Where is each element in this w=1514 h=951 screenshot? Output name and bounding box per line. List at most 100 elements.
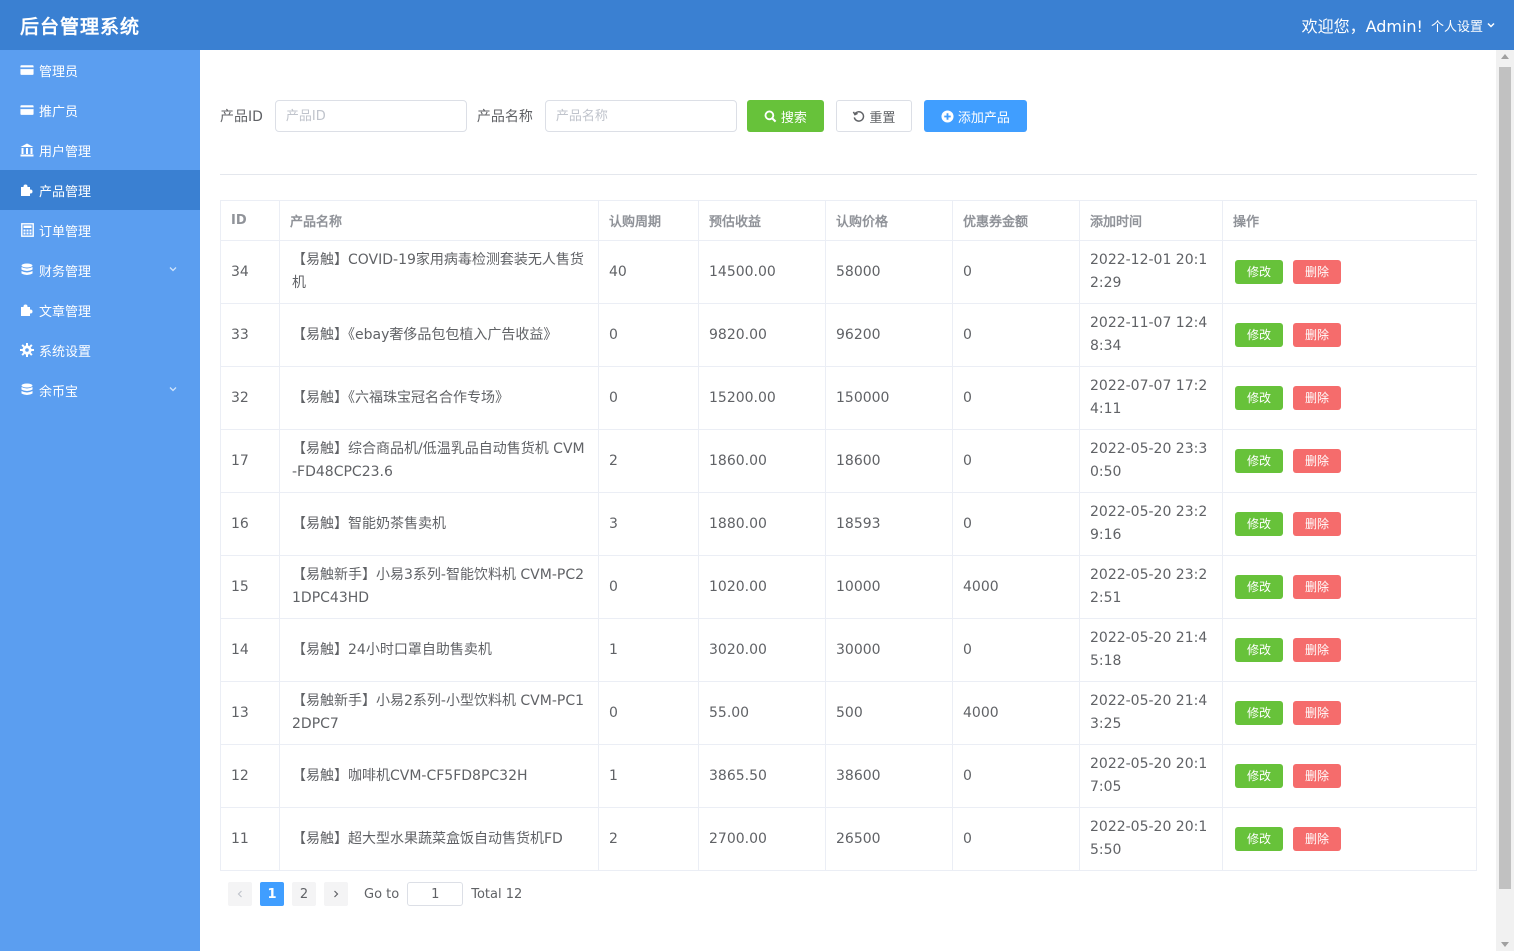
sidebar: 管理员推广员用户管理产品管理 订单管理 财务管理 文章管理 系统设置余币宝 bbox=[0, 50, 200, 951]
cell-product-name: 【易触】智能奶茶售卖机 bbox=[279, 492, 599, 556]
personal-settings-menu[interactable]: 个人设置 bbox=[1431, 16, 1496, 35]
delete-button[interactable]: 删除 bbox=[1293, 764, 1341, 788]
table-row: 33 【易触】《ebay奢侈品包包植入广告收益》 0 9820.00 96200 0 202… bbox=[220, 303, 1477, 367]
sidebar-item-4[interactable]: 订单管理 bbox=[0, 210, 200, 250]
cell-coupon: 0 bbox=[952, 429, 1080, 493]
edit-button[interactable]: 修改 bbox=[1235, 575, 1283, 599]
reset-button-label: 重置 bbox=[869, 110, 896, 126]
prev-page-button[interactable] bbox=[228, 882, 252, 906]
cell-product-name: 【易触新手】小易2系列-小型饮料机 CVM-PC12DPC7 bbox=[279, 681, 599, 745]
sidebar-item-label: 用户管理 bbox=[39, 144, 92, 160]
cell-period: 0 bbox=[598, 303, 699, 367]
sidebar-item-7[interactable]: 系统设置 bbox=[0, 330, 200, 370]
add-product-button[interactable]: 添加产品 bbox=[923, 100, 1027, 132]
cell-product-name: 【易触】24小时口罩自助售卖机 bbox=[279, 618, 599, 682]
search-button-label: 搜索 bbox=[780, 110, 807, 126]
cell-id: 17 bbox=[220, 429, 280, 493]
cell-period: 2 bbox=[598, 807, 699, 871]
cell-product-name: 【易触】《六福珠宝冠名合作专场》 bbox=[279, 366, 599, 430]
goto-page-input[interactable] bbox=[407, 882, 464, 906]
cell-id: 34 bbox=[220, 240, 280, 304]
delete-button[interactable]: 删除 bbox=[1293, 575, 1341, 599]
product-id-input[interactable] bbox=[274, 100, 467, 132]
cell-coupon: 0 bbox=[952, 618, 1080, 682]
table-row: 12 【易触】咖啡机CVM-CF5FD8PC32H 1 3865.50 38600 0 20… bbox=[220, 744, 1477, 808]
chevron-right-icon bbox=[334, 890, 339, 898]
edit-button[interactable]: 修改 bbox=[1235, 260, 1283, 284]
cell-product-name: 【易触】COVID-19家用病毒检测套装无人售货机 bbox=[279, 240, 599, 304]
page-button-1[interactable]: 1 bbox=[260, 882, 284, 906]
cell-added-time: 2022-05-20 21:45:18 bbox=[1079, 618, 1223, 682]
top-header: 后台管理系统 欢迎您，Admin! 个人设置 bbox=[0, 0, 1514, 50]
delete-button[interactable]: 删除 bbox=[1293, 386, 1341, 410]
edit-button[interactable]: 修改 bbox=[1235, 512, 1283, 536]
sidebar-item-5[interactable]: 财务管理 bbox=[0, 250, 200, 290]
cell-price: 18600 bbox=[825, 429, 953, 493]
reset-button[interactable]: 重置 bbox=[835, 100, 912, 132]
sidebar-item-1[interactable]: 推广员 bbox=[0, 90, 200, 130]
delete-button[interactable]: 删除 bbox=[1293, 638, 1341, 662]
edit-button[interactable]: 修改 bbox=[1235, 638, 1283, 662]
column-header-income: 预估收益 bbox=[698, 200, 826, 241]
cell-period: 0 bbox=[598, 366, 699, 430]
cell-income: 55.00 bbox=[698, 681, 826, 745]
edit-button[interactable]: 修改 bbox=[1235, 386, 1283, 410]
gear-icon bbox=[20, 343, 34, 357]
chevron-down-icon bbox=[1487, 22, 1495, 28]
search-button[interactable]: 搜索 bbox=[746, 100, 824, 132]
sidebar-item-0[interactable]: 管理员 bbox=[0, 50, 200, 90]
cell-period: 1 bbox=[598, 744, 699, 808]
cell-coupon: 0 bbox=[952, 492, 1080, 556]
cell-price: 26500 bbox=[825, 807, 953, 871]
cell-product-name: 【易触】综合商品机/低温乳品自动售货机 CVM-FD48CPC23.6 bbox=[279, 429, 599, 493]
table-header-row: ID 产品名称 认购周期 预估收益 认购价格 优惠券金额 添加时间 操作 bbox=[220, 200, 1477, 241]
cell-price: 500 bbox=[825, 681, 953, 745]
product-name-label: 产品名称 bbox=[476, 109, 533, 125]
card-icon bbox=[20, 63, 34, 77]
page-button-2[interactable]: 2 bbox=[292, 882, 316, 906]
header-user-area: 欢迎您，Admin! 个人设置 bbox=[1302, 13, 1496, 37]
next-page-button[interactable] bbox=[324, 882, 348, 906]
sidebar-item-2[interactable]: 用户管理 bbox=[0, 130, 200, 170]
cell-coupon: 0 bbox=[952, 807, 1080, 871]
cell-period: 40 bbox=[598, 240, 699, 304]
refresh-icon bbox=[853, 110, 865, 122]
cell-coupon: 0 bbox=[952, 240, 1080, 304]
scroll-down-icon[interactable] bbox=[1501, 942, 1509, 947]
sidebar-item-label: 余币宝 bbox=[39, 384, 79, 400]
delete-button[interactable]: 删除 bbox=[1293, 701, 1341, 725]
delete-button[interactable]: 删除 bbox=[1293, 449, 1341, 473]
scroll-up-icon[interactable] bbox=[1501, 54, 1509, 59]
cell-actions: 修改 删除 bbox=[1222, 744, 1477, 808]
cell-id: 11 bbox=[220, 807, 280, 871]
edit-button[interactable]: 修改 bbox=[1235, 764, 1283, 788]
delete-button[interactable]: 删除 bbox=[1293, 323, 1341, 347]
edit-button[interactable]: 修改 bbox=[1235, 701, 1283, 725]
app-title: 后台管理系统 bbox=[20, 15, 141, 38]
cell-income: 3020.00 bbox=[698, 618, 826, 682]
delete-button[interactable]: 删除 bbox=[1293, 260, 1341, 284]
cell-income: 1880.00 bbox=[698, 492, 826, 556]
edit-button[interactable]: 修改 bbox=[1235, 323, 1283, 347]
scrollbar-thumb[interactable] bbox=[1499, 67, 1511, 889]
delete-button[interactable]: 删除 bbox=[1293, 827, 1341, 851]
edit-button[interactable]: 修改 bbox=[1235, 449, 1283, 473]
cell-id: 14 bbox=[220, 618, 280, 682]
cell-price: 58000 bbox=[825, 240, 953, 304]
cell-added-time: 2022-12-01 20:12:29 bbox=[1079, 240, 1223, 304]
cell-id: 12 bbox=[220, 744, 280, 808]
table-row: 16 【易触】智能奶茶售卖机 3 1880.00 18593 0 2022-05-20 23… bbox=[220, 492, 1477, 556]
product-name-input[interactable] bbox=[544, 100, 737, 132]
table-row: 17 【易触】综合商品机/低温乳品自动售货机 CVM-FD48CPC23.6 2 18… bbox=[220, 429, 1477, 493]
edit-button[interactable]: 修改 bbox=[1235, 827, 1283, 851]
sidebar-item-3[interactable]: 产品管理 bbox=[0, 170, 200, 210]
cell-price: 96200 bbox=[825, 303, 953, 367]
sidebar-item-label: 推广员 bbox=[39, 104, 79, 120]
vertical-scrollbar[interactable] bbox=[1496, 50, 1514, 951]
cell-added-time: 2022-05-20 20:17:05 bbox=[1079, 744, 1223, 808]
sidebar-item-8[interactable]: 余币宝 bbox=[0, 370, 200, 410]
cell-added-time: 2022-07-07 17:24:11 bbox=[1079, 366, 1223, 430]
delete-button[interactable]: 删除 bbox=[1293, 512, 1341, 536]
cell-actions: 修改 删除 bbox=[1222, 366, 1477, 430]
sidebar-item-6[interactable]: 文章管理 bbox=[0, 290, 200, 330]
